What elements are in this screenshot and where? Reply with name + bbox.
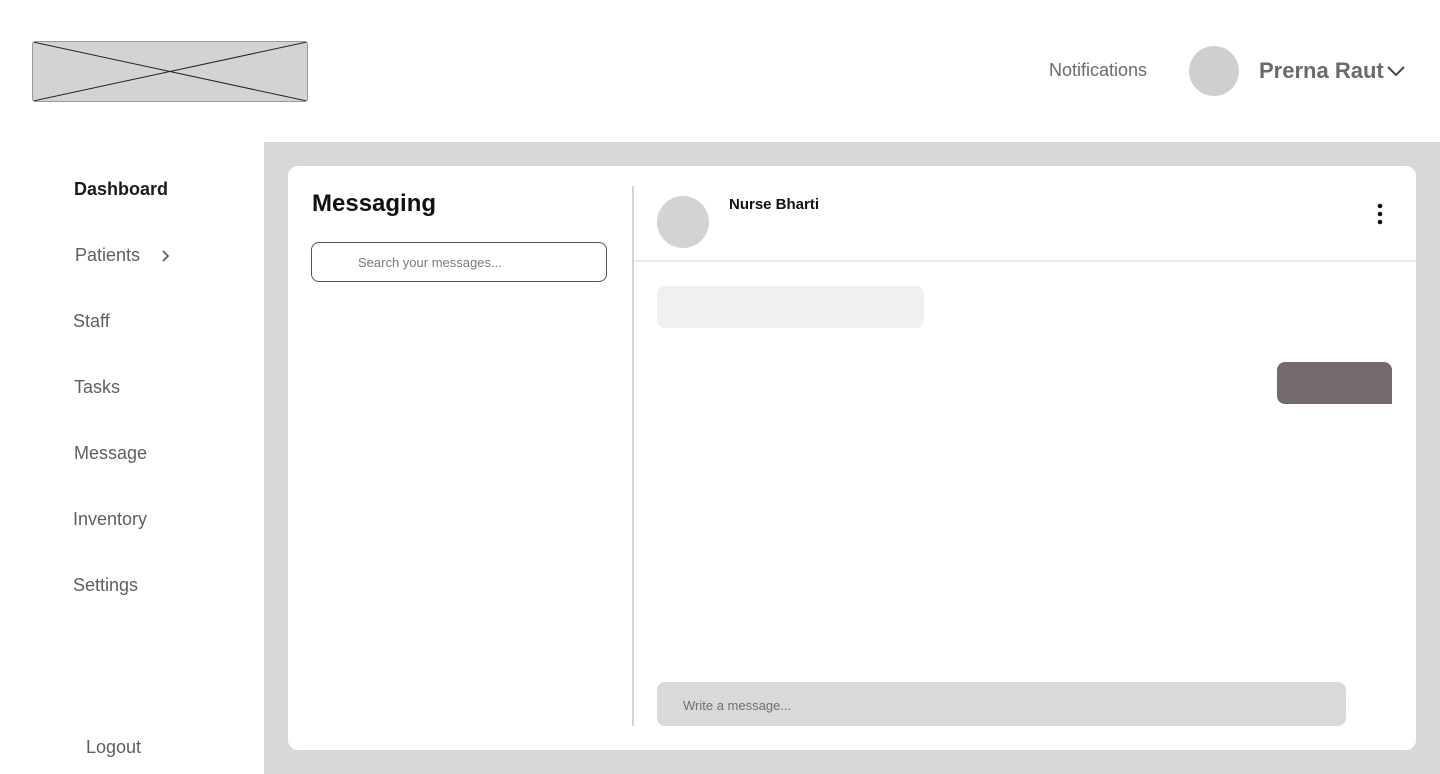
contact-avatar[interactable] — [657, 196, 709, 248]
sidebar-item-dashboard[interactable]: Dashboard — [74, 179, 168, 200]
user-name[interactable]: Prerna Raut — [1259, 58, 1384, 84]
chat-header-divider — [634, 260, 1416, 262]
chevron-down-icon[interactable] — [1385, 61, 1407, 81]
more-vertical-icon[interactable] — [1370, 202, 1390, 228]
message-composer[interactable] — [657, 682, 1346, 728]
top-header: Notifications Prerna Raut — [0, 0, 1440, 142]
logout-link[interactable]: Logout — [86, 737, 141, 758]
incoming-message-bubble — [657, 286, 924, 328]
notifications-link[interactable]: Notifications — [1049, 60, 1147, 81]
sidebar-item-staff[interactable]: Staff — [73, 311, 110, 332]
panel-divider — [632, 186, 634, 726]
sidebar-item-patients[interactable]: Patients — [75, 245, 140, 266]
user-avatar[interactable] — [1189, 46, 1239, 96]
sidebar-item-tasks[interactable]: Tasks — [74, 377, 120, 398]
search-input[interactable] — [356, 243, 600, 282]
page-title: Messaging — [312, 190, 437, 217]
chevron-right-icon[interactable] — [160, 249, 172, 263]
sidebar-item-message[interactable]: Message — [74, 443, 147, 464]
logo-placeholder-icon[interactable] — [32, 41, 308, 102]
sidebar-item-inventory[interactable]: Inventory — [73, 509, 147, 530]
message-input[interactable] — [681, 682, 1325, 728]
sidebar-item-settings[interactable]: Settings — [73, 575, 138, 596]
search-box[interactable] — [311, 242, 607, 282]
contact-name: Nurse Bharti — [729, 196, 820, 213]
outgoing-message-bubble — [1277, 362, 1392, 404]
